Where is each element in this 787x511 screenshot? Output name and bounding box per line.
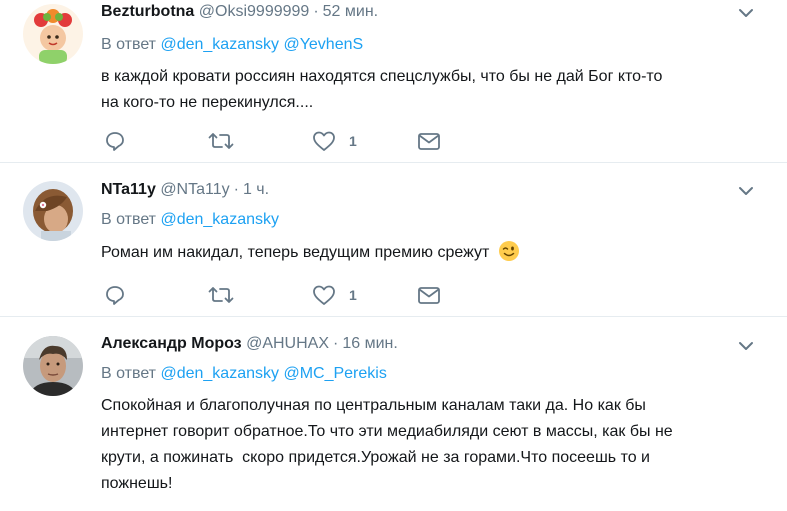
- chevron-down-icon[interactable]: [738, 341, 754, 351]
- author-name[interactable]: Александр Мороз: [101, 335, 242, 352]
- author-name[interactable]: Bezturbotna: [101, 3, 194, 20]
- reply-context: В ответ @den_kazansky: [101, 210, 279, 230]
- tweet-timestamp[interactable]: 1 ч.: [243, 181, 269, 198]
- mention-link[interactable]: @den_kazansky: [160, 365, 279, 382]
- separator-dot: ·: [313, 3, 319, 20]
- tweet[interactable]: Bezturbotna @Oksi9999999 · 52 мин. В ответ…: [0, 0, 787, 163]
- avatar[interactable]: [23, 181, 83, 241]
- tweet[interactable]: Александр Мороз @AHUHAX · 16 мин. В ответ …: [0, 317, 787, 511]
- author-handle[interactable]: @AHUHAX: [246, 335, 329, 352]
- separator-dot: ·: [333, 335, 339, 352]
- avatar-image: [23, 4, 83, 64]
- reply-context: В ответ @den_kazansky @MC_Perekis: [101, 364, 387, 384]
- tweet-text-line: на кого-то не перекинулся....: [101, 94, 314, 111]
- retweet-icon[interactable]: [208, 284, 234, 306]
- reply-prefix: В ответ: [101, 365, 157, 382]
- reply-icon[interactable]: [104, 284, 126, 306]
- chevron-down-icon[interactable]: [738, 186, 754, 196]
- author-handle[interactable]: @Oksi9999999: [199, 3, 310, 20]
- retweet-icon[interactable]: [208, 130, 234, 152]
- mention-link[interactable]: @MC_Perekis: [283, 365, 386, 382]
- direct-message-icon[interactable]: [417, 284, 441, 306]
- tweet-text-line: интернет говорит обратное.То что эти мед…: [101, 423, 673, 440]
- mention-link[interactable]: @den_kazansky: [160, 36, 279, 53]
- tweet-timestamp[interactable]: 52 мин.: [323, 3, 378, 20]
- tweet[interactable]: NTa11y @NTa11y · 1 ч. В ответ @den_kazansk…: [0, 163, 787, 317]
- mention-link[interactable]: @den_kazansky: [160, 211, 279, 228]
- tweet-header: Александр Мороз @AHUHAX · 16 мин.: [101, 334, 398, 354]
- mention-link[interactable]: @YevhenS: [283, 36, 363, 53]
- tweet-text-line: Спокойная и благополучная по центральным…: [101, 397, 646, 414]
- like-count[interactable]: 1: [349, 287, 357, 303]
- tweet-text-line: Роман им накидал, теперь ведущим премию …: [101, 244, 490, 261]
- tweet-header: Bezturbotna @Oksi9999999 · 52 мин.: [101, 2, 378, 22]
- tweet-text-line: пожнешь!: [101, 475, 173, 492]
- reply-icon[interactable]: [104, 130, 126, 152]
- like-count[interactable]: 1: [349, 133, 357, 149]
- reply-prefix: В ответ: [101, 211, 157, 228]
- direct-message-icon[interactable]: [417, 130, 441, 152]
- tweet-text: Спокойная и благополучная по центральным…: [101, 393, 761, 497]
- separator-dot: ·: [233, 181, 239, 198]
- chevron-down-icon[interactable]: [738, 8, 754, 18]
- tweet-timestamp[interactable]: 16 мин.: [342, 335, 397, 352]
- tweet-text-line: крути, а пожинать скоро придется.Урожай …: [101, 449, 650, 466]
- like-icon[interactable]: [312, 130, 336, 152]
- like-icon[interactable]: [312, 284, 336, 306]
- tweet-text-line: в каждой кровати россиян находятся спецс…: [101, 68, 663, 85]
- reply-prefix: В ответ: [101, 36, 157, 53]
- avatar-image: [23, 336, 83, 396]
- tweet-text: Роман им накидал, теперь ведущим премию …: [101, 240, 761, 266]
- avatar-image: [23, 181, 83, 241]
- author-handle[interactable]: @NTa11y: [160, 181, 229, 198]
- avatar[interactable]: [23, 4, 83, 64]
- winking-face-emoji-icon: [498, 241, 519, 261]
- reply-context: В ответ @den_kazansky @YevhenS: [101, 35, 363, 55]
- author-name[interactable]: NTa11y: [101, 181, 156, 198]
- avatar[interactable]: [23, 336, 83, 396]
- tweet-text: в каждой кровати россиян находятся спецс…: [101, 64, 761, 116]
- tweet-header: NTa11y @NTa11y · 1 ч.: [101, 180, 269, 200]
